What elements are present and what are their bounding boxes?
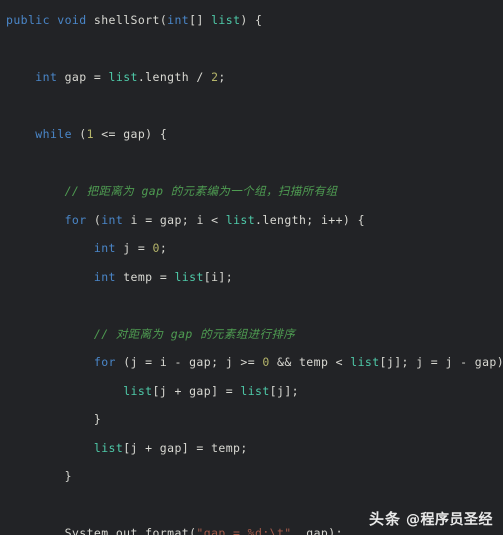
code-token-punct: ; <box>159 241 168 255</box>
code-token-cmt: // 对距离为 gap 的元素组进行排序 <box>93 326 296 341</box>
code-line: list[j + gap] = temp; <box>0 434 503 463</box>
code-token-member: list <box>350 355 380 369</box>
code-line: int gap = list.length / 2; <box>0 63 503 92</box>
code-token-punct: && temp < <box>269 355 351 369</box>
code-token-member: list <box>225 212 256 227</box>
code-token-kw: int <box>93 269 116 284</box>
code-line: // 把距离为 gap 的元素编为一个组，扫描所有组 <box>0 177 503 206</box>
code-token-punct: (j = i - gap; j >= <box>115 355 263 369</box>
code-token-punct: ) { <box>240 13 263 27</box>
code-token-punct: gap = <box>57 70 109 84</box>
code-token-punct: ( <box>86 212 102 227</box>
code-editor-content[interactable]: public void shellSort(int[] list) { int … <box>0 0 503 535</box>
code-token-num: 0 <box>152 241 160 255</box>
code-token-punct: [j]; <box>269 383 299 398</box>
code-line: for (int i = gap; i < list.length; i++) … <box>0 206 503 235</box>
code-screenshot: public void shellSort(int[] list) { int … <box>0 0 503 535</box>
code-token-punct: <= gap) { <box>93 127 168 141</box>
code-token-member: list <box>108 70 138 84</box>
code-token-kw: int <box>101 212 124 227</box>
code-token-punct: ; <box>218 70 226 84</box>
code-token-punct: } <box>64 469 72 483</box>
code-token-punct: .length / <box>137 70 212 84</box>
code-token-kw: void <box>57 13 87 27</box>
code-line: while (1 <= gap) { <box>0 120 503 149</box>
code-token-punct: } <box>93 412 102 426</box>
code-token-kw: while <box>35 127 72 141</box>
code-token-num: 0 <box>262 355 270 369</box>
code-token-member: list <box>211 13 241 27</box>
code-token-kw: int <box>35 70 58 84</box>
code-token-kw: int <box>167 13 190 27</box>
code-line: int temp = list[i]; <box>0 263 503 292</box>
code-token-punct: [j + gap] = temp; <box>123 440 248 455</box>
code-line: list[j + gap] = list[j]; <box>0 377 503 406</box>
code-token-kw: for <box>93 355 116 369</box>
code-token-member: list <box>93 440 124 455</box>
code-token-str: "gap = %d:\t" <box>196 526 292 535</box>
code-token-punct: i = gap; i < <box>123 212 226 227</box>
code-line: // 对距离为 gap 的元素组进行排序 <box>0 320 503 349</box>
code-line: for (j = i - gap; j >= 0 && temp < list[… <box>0 348 503 377</box>
code-line: public void shellSort(int[] list) { <box>0 6 503 35</box>
code-token-punct: temp = <box>115 269 175 284</box>
code-token-punct: j = <box>115 241 153 255</box>
code-line: } <box>0 405 503 434</box>
code-token-punct: shellSort( <box>86 13 168 27</box>
code-token-num: 1 <box>86 127 94 141</box>
code-line: int j = 0; <box>0 234 503 263</box>
code-token-member: list <box>174 269 204 284</box>
code-token-punct: .length; i++) { <box>255 212 365 227</box>
code-token-punct: [i]; <box>203 269 234 284</box>
code-token-cmt: // 把距离为 gap 的元素编为一个组，扫描所有组 <box>64 184 338 198</box>
code-token-kw: for <box>64 212 87 227</box>
code-token-punct: System.out.format( <box>64 526 197 535</box>
code-token-punct: [j]; j = j - gap) { <box>379 355 503 369</box>
code-token-kw: public <box>6 13 50 27</box>
code-line: System.out.format("gap = %d:\t", gap); <box>0 519 503 535</box>
code-token-member: list <box>123 383 153 398</box>
code-line: } <box>0 462 503 491</box>
code-token-punct: [j + gap] = <box>152 383 241 398</box>
code-token-kw: int <box>93 241 116 255</box>
code-token-member: list <box>240 383 270 398</box>
code-token-punct: [] <box>189 13 212 27</box>
code-token-punct: ( <box>71 127 87 141</box>
code-token-punct: , gap); <box>291 526 343 535</box>
